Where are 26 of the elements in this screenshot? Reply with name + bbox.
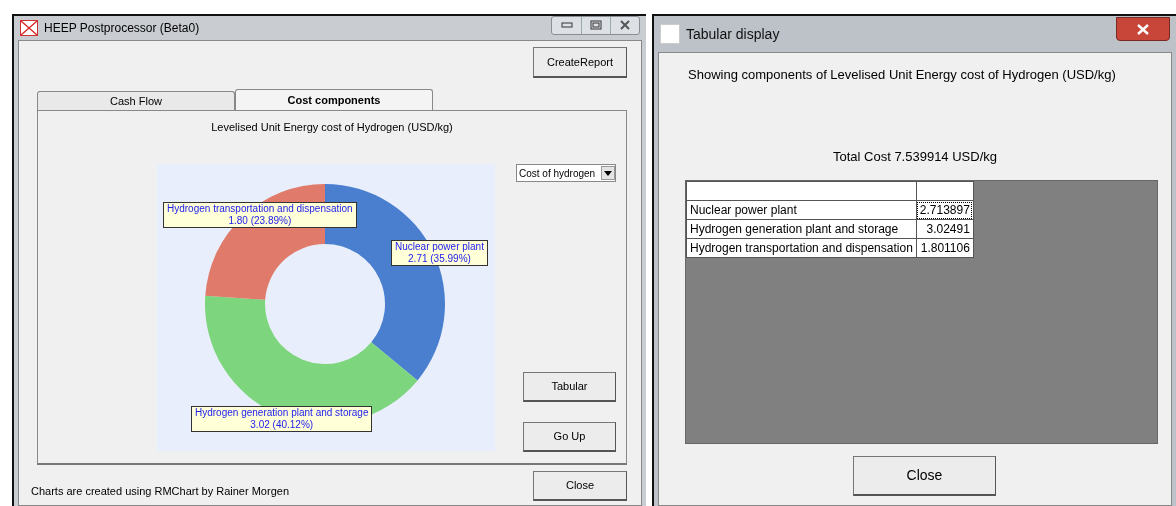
dropdown[interactable]: Cost of hydrogen <box>516 164 616 182</box>
data-label: Nuclear power plant 2.71 (35.99%) <box>391 240 488 266</box>
table-cell[interactable]: 1.801106 <box>916 238 974 258</box>
create-report-button[interactable]: CreateReport <box>533 47 627 78</box>
tab[interactable]: Cost components <box>235 89 433 110</box>
table-cell[interactable]: 3.02491 <box>916 219 974 239</box>
window-icon <box>660 24 680 44</box>
go-up-button[interactable]: Go Up <box>523 422 616 452</box>
row-header-cell: Nuclear power plant <box>686 200 917 220</box>
close-button[interactable]: Close <box>853 456 996 496</box>
chart-title: Levelised Unit Energy cost of Hydrogen (USD/kg) <box>211 120 453 133</box>
tab[interactable]: Cash Flow <box>37 91 235 110</box>
data-label: Hydrogen generation plant and storage 3.02 (40.12%) <box>191 406 373 432</box>
close-button[interactable]: Close <box>533 471 627 501</box>
credits-text: Charts are created using RMChart by Rainer Morgen <box>31 483 289 499</box>
window-title: Tabular display <box>686 24 780 44</box>
table-cell[interactable]: 2.713897 <box>916 200 974 220</box>
app-icon <box>20 20 38 36</box>
description-text: Showing components of Levelised Unit Energy cost of Hydrogen (USD/kg) <box>688 66 1117 84</box>
total-cost-text: Total Cost 7.539914 USD/kg <box>832 147 997 166</box>
row-header-cell: Hydrogen transportation and dispensation <box>686 238 917 258</box>
close-icon[interactable] <box>1116 17 1170 41</box>
row-header-cell: Hydrogen generation plant and storage <box>686 219 917 239</box>
data-label: Hydrogen transportation and dispensation 1.80 (23.89%) <box>163 202 357 228</box>
tabular-button[interactable]: Tabular <box>523 372 616 402</box>
window-title: HEEP Postprocessor (Beta0) <box>44 20 200 37</box>
